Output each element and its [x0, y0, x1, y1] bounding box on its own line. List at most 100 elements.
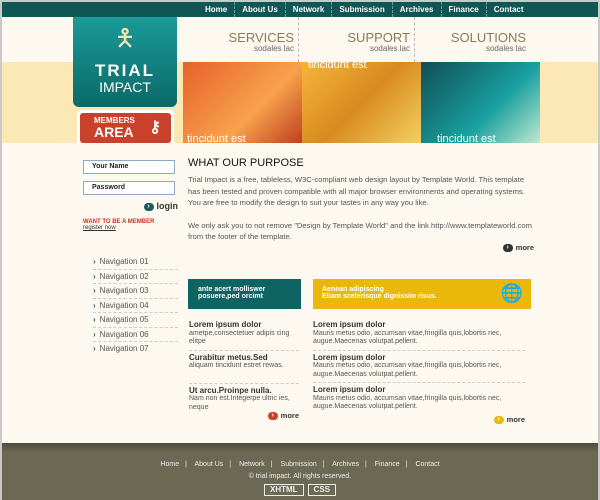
nav-finance[interactable]: Finance	[442, 2, 487, 17]
sidebar-item[interactable]: › Navigation 05	[93, 313, 178, 328]
item-title[interactable]: Curabitur metus.Sed	[189, 353, 299, 363]
item-title[interactable]: Ut arcu.Proinpe nulla.	[189, 386, 299, 396]
box2-line2: Etiam scelerisque dignissim risus.	[322, 293, 437, 300]
chevron-icon: ›	[93, 271, 96, 281]
login-label: login	[156, 201, 179, 211]
more-label: more	[280, 411, 299, 420]
chevron-icon: ›	[93, 329, 96, 339]
nav-archives[interactable]: Archives	[393, 2, 442, 17]
footer-link-about[interactable]: About Us	[195, 461, 224, 468]
banner-caption: tincidunt est	[437, 133, 496, 145]
globe-person-icon: 🌐	[500, 283, 523, 303]
support-sub: sodales lac	[369, 44, 410, 53]
list-item: Lorem ipsum dolor Mauris metus odio, accu…	[313, 385, 525, 412]
sidebar-item-label: Navigation 07	[99, 344, 149, 353]
footer-link-archives[interactable]: Archives	[332, 461, 359, 468]
nav-contact[interactable]: Contact	[487, 2, 531, 17]
nav-about[interactable]: About Us	[235, 2, 286, 17]
arrow-icon: ›	[502, 243, 513, 252]
support-title: SUPPORT	[347, 30, 410, 45]
list-item: Lorem ipsum dolor Mauris metus odio, accu…	[313, 320, 525, 351]
sidebar-item[interactable]: › Navigation 01	[93, 255, 178, 270]
list-item: Curabitur metus.Sed aliquam tincidunt est…	[189, 353, 299, 384]
sidebar-item[interactable]: › Navigation 07	[93, 342, 178, 357]
box2-line1: Aenean adipiscing	[322, 286, 384, 293]
banner: tincidunt est tincidunt est tincidunt es…	[183, 59, 540, 145]
page-title: WHAT OUR PURPOSE	[188, 157, 304, 169]
sidebar-item[interactable]: › Navigation 04	[93, 299, 178, 313]
item-title[interactable]: Lorem ipsum dolor	[313, 353, 525, 363]
sidebar-item[interactable]: › Navigation 02	[93, 270, 178, 284]
css-badge[interactable]: CSS	[307, 484, 336, 496]
login-button[interactable]: › login	[83, 201, 178, 211]
item-text: Mauris metus odio, accumsan vitae,fringi…	[313, 329, 502, 346]
item-text: Mauris metus odio, accumsan vitae,fringi…	[313, 362, 502, 378]
header-support[interactable]: SUPPORT sodales lac	[299, 17, 415, 62]
nav-submission[interactable]: Submission	[332, 2, 393, 17]
main-content: WHAT OUR PURPOSE Trial Impact is a free,…	[188, 157, 534, 252]
banner-image-3: tincidunt est	[421, 62, 540, 145]
logo-line1: TRIAL	[94, 61, 156, 80]
more-button[interactable]: › more	[189, 411, 299, 421]
intro-paragraph: Trial Impact is a free, tableless, W3C-c…	[188, 175, 525, 207]
banner-image-2: tincidunt est	[302, 59, 421, 143]
chevron-icon: ›	[93, 300, 96, 310]
footer-link-network[interactable]: Network	[239, 461, 265, 468]
sidebar-item-label: Navigation 04	[99, 300, 149, 310]
more-label: more	[515, 242, 534, 252]
item-text: ametpe,consectetuer adipis cing elitpe	[189, 329, 290, 346]
logo-line2: IMPACT	[99, 79, 151, 95]
chevron-icon: ›	[93, 257, 96, 266]
top-nav: Home About Us Network Submission Archive…	[2, 2, 598, 17]
nav-home[interactable]: Home	[198, 2, 236, 17]
xhtml-badge[interactable]: XHTML	[263, 484, 304, 496]
footer: Home | About Us | Network | Submission | Arc…	[2, 443, 598, 500]
sidebar-item[interactable]: › Navigation 03	[93, 284, 178, 299]
more-button[interactable]: › more	[188, 243, 534, 252]
arrow-icon: ›	[143, 202, 154, 211]
services-title: SERVICES	[228, 30, 294, 45]
footer-link-home[interactable]: Home	[160, 461, 179, 468]
sidebar-item-label: Navigation 05	[99, 315, 149, 324]
footer-link-finance[interactable]: Finance	[375, 461, 400, 468]
item-text: Mauris metus odio, accumsan vitae,fringi…	[313, 394, 502, 411]
chevron-icon: ›	[93, 315, 96, 324]
item-title[interactable]: Lorem ipsum dolor	[189, 320, 299, 330]
arrow-icon: ›	[493, 415, 504, 424]
key-icon: ⚷	[149, 119, 161, 136]
sidebar-item[interactable]: › Navigation 06	[93, 328, 178, 342]
name-input[interactable]: Your Name	[83, 160, 175, 174]
sidebar: Your Name Password › login WANT TO BE A M…	[83, 160, 178, 357]
header-sections: SERVICES sodales lac SUPPORT sodales lac S…	[183, 17, 540, 62]
list-item: Ut arcu.Proinpe nulla. Nam non est.Intege…	[189, 386, 299, 413]
solutions-title: SOLUTIONS	[450, 30, 526, 45]
banner-image-1: tincidunt est	[183, 62, 302, 145]
chevron-icon: ›	[93, 344, 96, 353]
register-link[interactable]: register now	[83, 225, 178, 231]
password-input[interactable]: Password	[83, 181, 175, 195]
side-nav: › Navigation 01 › Navigation 02 › Navigatio…	[83, 255, 178, 357]
members-area-button[interactable]: MEMBERS AREA ⚷	[77, 110, 174, 143]
arrow-icon: ›	[267, 412, 278, 421]
footer-link-submission[interactable]: Submission	[281, 461, 317, 468]
header-solutions[interactable]: SOLUTIONS sodales lac	[415, 17, 540, 62]
banner-caption: tincidunt est	[308, 59, 367, 71]
logo[interactable]: 🯅 TRIAL IMPACT	[73, 17, 177, 107]
box1-line1: ante acert molliswer	[198, 286, 266, 293]
credit-paragraph: We only ask you to not remove "Design by…	[188, 220, 532, 242]
chevron-icon: ›	[93, 286, 96, 295]
list-item: Lorem ipsum dolor ametpe,consectetuer adi…	[189, 320, 299, 351]
services-sub: sodales lac	[253, 44, 294, 53]
item-title[interactable]: Lorem ipsum dolor	[313, 385, 525, 395]
more-button[interactable]: › more	[313, 415, 525, 425]
sidebar-item-label: Navigation 01	[99, 257, 149, 266]
right-news-list: Lorem ipsum dolor Mauris metus odio, accu…	[313, 320, 525, 425]
nav-network[interactable]: Network	[286, 2, 333, 17]
left-news-list: Lorem ipsum dolor ametpe,consectetuer adi…	[189, 320, 299, 421]
sidebar-item-label: Navigation 03	[99, 286, 149, 295]
sidebar-item-label: Navigation 02	[99, 271, 149, 281]
footer-link-contact[interactable]: Contact	[415, 461, 439, 468]
item-title[interactable]: Lorem ipsum dolor	[313, 320, 525, 330]
yellow-banner-box: Aenean adipiscing Etiam scelerisque digni…	[313, 279, 531, 309]
header-services[interactable]: SERVICES sodales lac	[183, 17, 299, 62]
